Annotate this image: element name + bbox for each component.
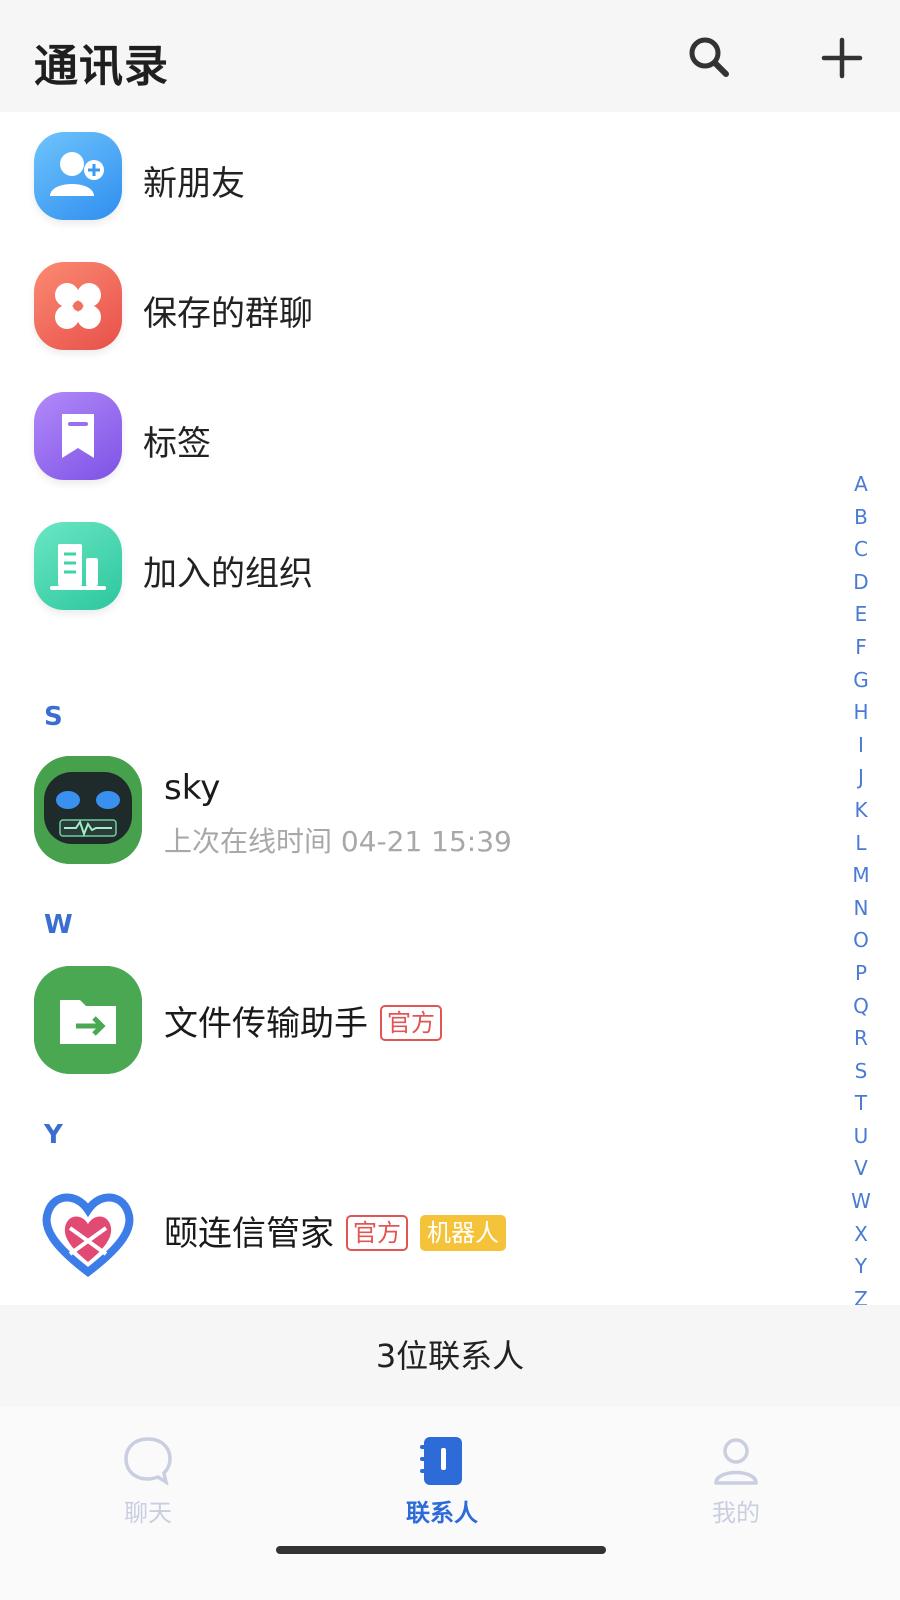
index-letter-h[interactable]: H (846, 696, 876, 729)
bottom-tab-bar: 聊天 联系人 我的 (0, 1407, 900, 1600)
section-header-w: W (44, 910, 73, 940)
index-letter-w[interactable]: W (846, 1185, 876, 1218)
plus-icon (821, 37, 863, 79)
home-indicator[interactable] (276, 1546, 606, 1554)
entry-tags[interactable]: 标签 (0, 382, 820, 492)
tab-chat[interactable]: 聊天 (78, 1427, 218, 1537)
contact-count: 3位联系人 (0, 1305, 900, 1407)
file-transfer-icon (34, 966, 142, 1074)
tab-label: 聊天 (124, 1499, 172, 1527)
index-letter-j[interactable]: J (846, 761, 876, 794)
last-online-text: 上次在线时间 04-21 15:39 (164, 825, 512, 858)
index-letter-d[interactable]: D (846, 566, 876, 599)
contact-name: 颐连信管家 (164, 1214, 334, 1254)
group-chat-icon (34, 262, 122, 350)
contacts-book-icon (420, 1437, 462, 1485)
bookmark-icon (34, 392, 122, 480)
contact-file-transfer[interactable]: 文件传输助手 官方 (0, 958, 820, 1078)
tab-me[interactable]: 我的 (666, 1427, 806, 1537)
contact-sky[interactable]: sky 上次在线时间 04-21 15:39 (0, 748, 820, 868)
organization-icon (34, 522, 122, 610)
index-letter-u[interactable]: U (846, 1120, 876, 1153)
index-letter-i[interactable]: I (846, 729, 876, 762)
contact-name-row: 颐连信管家 官方 机器人 (164, 1206, 506, 1255)
search-button[interactable] (680, 28, 740, 88)
index-letter-a[interactable]: A (846, 468, 876, 501)
add-user-icon (34, 132, 122, 220)
add-button[interactable] (812, 28, 872, 88)
contact-name: 文件传输助手 (164, 1004, 368, 1044)
bot-badge: 机器人 (420, 1214, 506, 1251)
tab-contacts[interactable]: 联系人 (372, 1427, 512, 1537)
index-letter-e[interactable]: E (846, 598, 876, 631)
index-letter-o[interactable]: O (846, 924, 876, 957)
entry-label: 保存的群聊 (143, 294, 313, 334)
index-letter-q[interactable]: Q (846, 990, 876, 1023)
robot-avatar-icon (34, 756, 142, 864)
index-letter-y[interactable]: Y (846, 1250, 876, 1283)
entry-label: 加入的组织 (143, 554, 313, 594)
index-letter-k[interactable]: K (846, 794, 876, 827)
entry-new-friends[interactable]: 新朋友 (0, 122, 820, 232)
entry-saved-groups[interactable]: 保存的群聊 (0, 252, 820, 362)
contact-butler[interactable]: 颐连信管家 官方 机器人 (0, 1168, 820, 1288)
index-letter-m[interactable]: M (846, 859, 876, 892)
entry-organizations[interactable]: 加入的组织 (0, 512, 820, 622)
entry-label: 标签 (143, 424, 211, 464)
entry-label: 新朋友 (143, 164, 245, 204)
tab-label: 我的 (712, 1499, 760, 1527)
index-letter-x[interactable]: X (846, 1218, 876, 1251)
profile-icon (714, 1438, 758, 1485)
index-letter-v[interactable]: V (846, 1152, 876, 1185)
official-badge: 官方 (346, 1214, 408, 1251)
official-badge: 官方 (380, 1004, 442, 1041)
index-letter-t[interactable]: T (846, 1087, 876, 1120)
contact-name: sky (164, 768, 221, 808)
chat-bubble-icon (124, 1437, 172, 1486)
index-letter-p[interactable]: P (846, 957, 876, 990)
alphabet-index[interactable]: A B C D E F G H I J K L M N O P Q R S T … (846, 468, 876, 1348)
section-header-s: S (44, 702, 63, 732)
section-header-y: Y (44, 1120, 63, 1150)
index-letter-g[interactable]: G (846, 664, 876, 697)
index-letter-f[interactable]: F (846, 631, 876, 664)
index-letter-r[interactable]: R (846, 1022, 876, 1055)
index-letter-s[interactable]: S (846, 1055, 876, 1088)
index-letter-n[interactable]: N (846, 892, 876, 925)
search-icon (689, 37, 729, 77)
index-letter-c[interactable]: C (846, 533, 876, 566)
page-title: 通讯录 (34, 41, 169, 92)
heart-logo-icon (34, 1176, 142, 1284)
tab-label: 联系人 (406, 1499, 478, 1527)
top-bar: 通讯录 (0, 0, 900, 112)
contact-name-row: 文件传输助手 官方 (164, 996, 442, 1045)
index-letter-b[interactable]: B (846, 501, 876, 534)
index-letter-l[interactable]: L (846, 827, 876, 860)
